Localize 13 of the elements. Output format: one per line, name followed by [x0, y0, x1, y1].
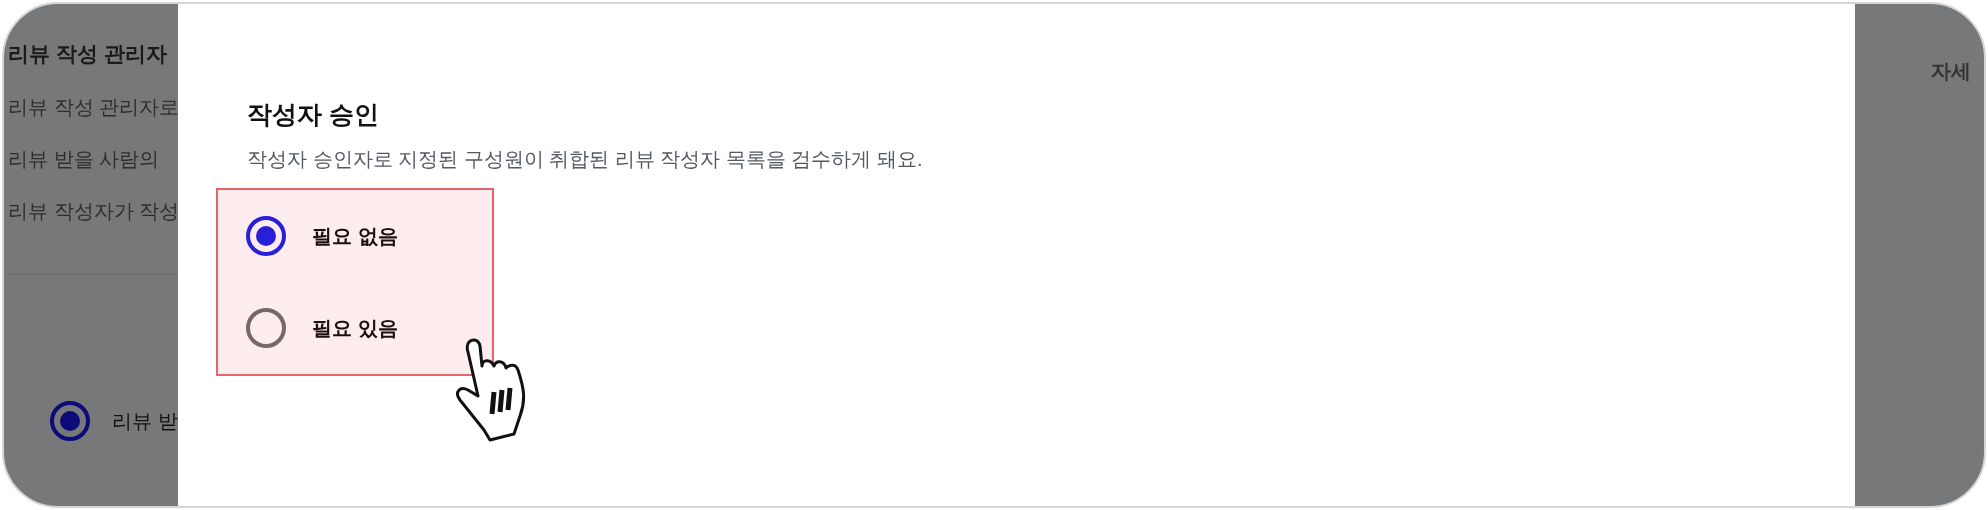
- radio-button[interactable]: [246, 215, 286, 256]
- dialog-description: 작성자 승인자로 지정된 구성원이 취합된 리뷰 작성자 목록을 검수하게 돼요.: [247, 146, 924, 172]
- section-title: 리뷰 작성 관리자: [8, 41, 168, 67]
- radio-button[interactable]: [246, 307, 286, 348]
- option-label: 필요 없음: [312, 223, 398, 249]
- description-text: 리뷰 작성자가 작성: [8, 198, 178, 224]
- section-title: 자세: [1931, 60, 1971, 82]
- description-text: 리뷰 받을 사람의: [8, 146, 161, 172]
- description-text: 리뷰 작성 관리자로: [8, 94, 178, 120]
- radio-button[interactable]: [50, 400, 90, 441]
- dialog-title: 작성자 승인: [247, 99, 380, 130]
- option-label: 필요 있음: [312, 315, 398, 341]
- option-label: 리뷰 받: [112, 408, 178, 434]
